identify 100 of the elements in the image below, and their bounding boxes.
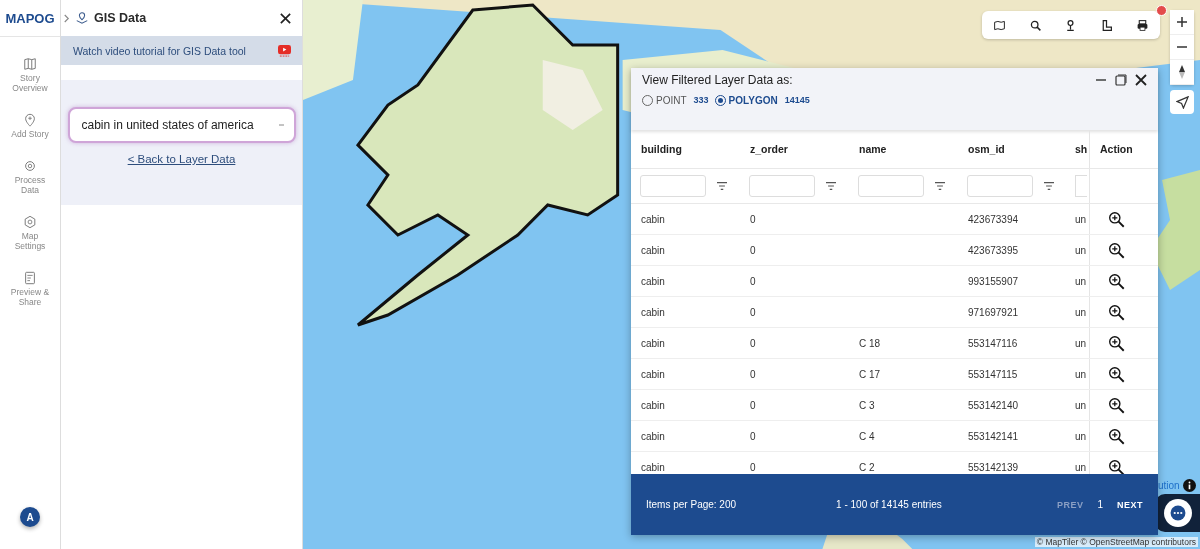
table-cell: cabin [641,244,665,256]
back-link[interactable]: < Back to Layer Data [127,153,236,165]
close-icon[interactable] [279,11,292,25]
items-per-page: Items per Page: 200 [646,499,737,510]
column-header[interactable]: building [631,143,740,155]
table-cell: C 3 [859,399,875,411]
column-header[interactable]: sh [1067,143,1089,155]
zoom-in-icon[interactable] [1108,303,1125,321]
table-cell: 971697921 [968,306,1019,318]
entries-range: 1 - 100 of 14145 entries [836,499,942,510]
printer-icon[interactable] [1135,18,1149,32]
table-cell: 0 [750,368,756,380]
table-cell: un [1075,306,1087,318]
logo[interactable]: MAPOG [0,0,60,37]
rail-item[interactable]: Map Settings [2,215,58,251]
table-cell: 553142140 [968,399,1019,411]
column-header[interactable]: z_order [740,143,849,155]
zoom-in-icon[interactable] [1108,458,1125,474]
table-cell: 0 [750,275,756,287]
pin-icon [23,113,37,127]
rail-item[interactable]: Story Overview [2,57,58,93]
rail-item[interactable]: Add Story [2,113,58,139]
page-number[interactable]: 1 [1097,499,1103,510]
zoom-out-button[interactable] [1170,35,1194,60]
table-cell: 993155907 [968,275,1019,287]
next-button[interactable]: NEXT [1117,499,1143,510]
filter-field[interactable] [749,175,815,197]
table-cell: cabin [641,430,665,442]
map-attribution: © MapTiler © OpenStreetMap contributors [1034,537,1198,547]
maximize-icon[interactable] [1114,73,1128,87]
table-cell: 553142139 [968,461,1019,473]
feature-count: 333 [693,95,709,105]
table-cell: un [1075,430,1087,442]
rail-item[interactable]: Preview & Share [2,271,58,307]
filter-icon[interactable] [1043,181,1055,191]
zoom-in-icon[interactable] [1108,396,1125,414]
map-icon[interactable] [993,18,1007,32]
table-cell: un [1075,337,1087,349]
close-icon[interactable] [1134,73,1148,87]
table-cell: 423673395 [968,244,1019,256]
table-cell: un [1075,368,1087,380]
search-icon[interactable] [1028,18,1042,32]
filter-field[interactable] [858,175,924,197]
feature-count: 14145 [784,95,810,105]
zoom-in-icon[interactable] [1108,427,1125,445]
filter-icon[interactable] [716,181,728,191]
table-cell: 0 [750,337,756,349]
table-cell: 0 [750,461,756,473]
zoom-in-icon[interactable] [1108,365,1125,383]
zoom-in-icon[interactable] [1108,241,1125,259]
user-avatar[interactable]: A [20,507,40,527]
table-cell: un [1075,399,1087,411]
column-header[interactable]: osm_id [958,143,1067,155]
table-cell: 0 [750,213,756,225]
table-cell: 423673394 [968,213,1019,225]
document-icon [23,271,37,285]
plus-icon [1176,16,1188,28]
compass-icon [1177,64,1187,80]
chat-icon[interactable] [1164,499,1192,527]
chevron-icon[interactable] [63,12,70,24]
table-cell: 0 [750,430,756,442]
zoom-in-icon[interactable] [1108,334,1125,352]
column-header[interactable]: name [849,143,958,155]
filter-field[interactable] [640,175,706,197]
chat-launcher[interactable] [1155,494,1200,532]
tutorial-banner[interactable]: Watch video tutorial for GIS Data tool [61,36,302,65]
table-cell: un [1075,213,1087,225]
info-icon[interactable] [1183,479,1196,492]
map-icon [23,57,37,71]
navigation-icon [1175,95,1189,109]
table-cell: cabin [641,337,665,349]
column-header: Action [1089,130,1153,168]
filter-icon[interactable] [934,181,946,191]
table-cell: C 2 [859,461,875,473]
zoom-in-icon[interactable] [1108,272,1125,290]
table-cell: C 18 [859,337,881,349]
table-cell: C 4 [859,430,875,442]
zoom-in-button[interactable] [1170,10,1194,35]
table-cell: 553147116 [968,337,1018,349]
window-title: View Filtered Layer Data as: [642,73,793,87]
table-cell: cabin [641,399,665,411]
table-cell: 0 [750,399,756,411]
rail-item[interactable]: Process Data [2,159,58,195]
layer-dropdown[interactable]: cabin in united states of america [67,107,296,143]
video-icon[interactable] [277,44,292,57]
table-cell: 0 [750,244,756,256]
table-cell: cabin [641,368,665,380]
panel-title: GIS Data [94,11,148,25]
filter-field[interactable] [1075,175,1087,197]
filter-icon[interactable] [825,181,837,191]
table-cell: cabin [641,461,665,473]
locate-button[interactable] [1170,90,1194,114]
table-cell: cabin [641,306,665,318]
zoom-in-icon[interactable] [1108,210,1125,228]
compass-button[interactable] [1170,60,1194,85]
filter-field[interactable] [967,175,1033,197]
table-cell: 553147115 [968,368,1018,380]
tutorial-link[interactable]: Watch video tutorial for GIS Data tool [73,44,246,57]
table-cell: cabin [641,275,665,287]
ruler-icon[interactable] [1100,18,1114,32]
